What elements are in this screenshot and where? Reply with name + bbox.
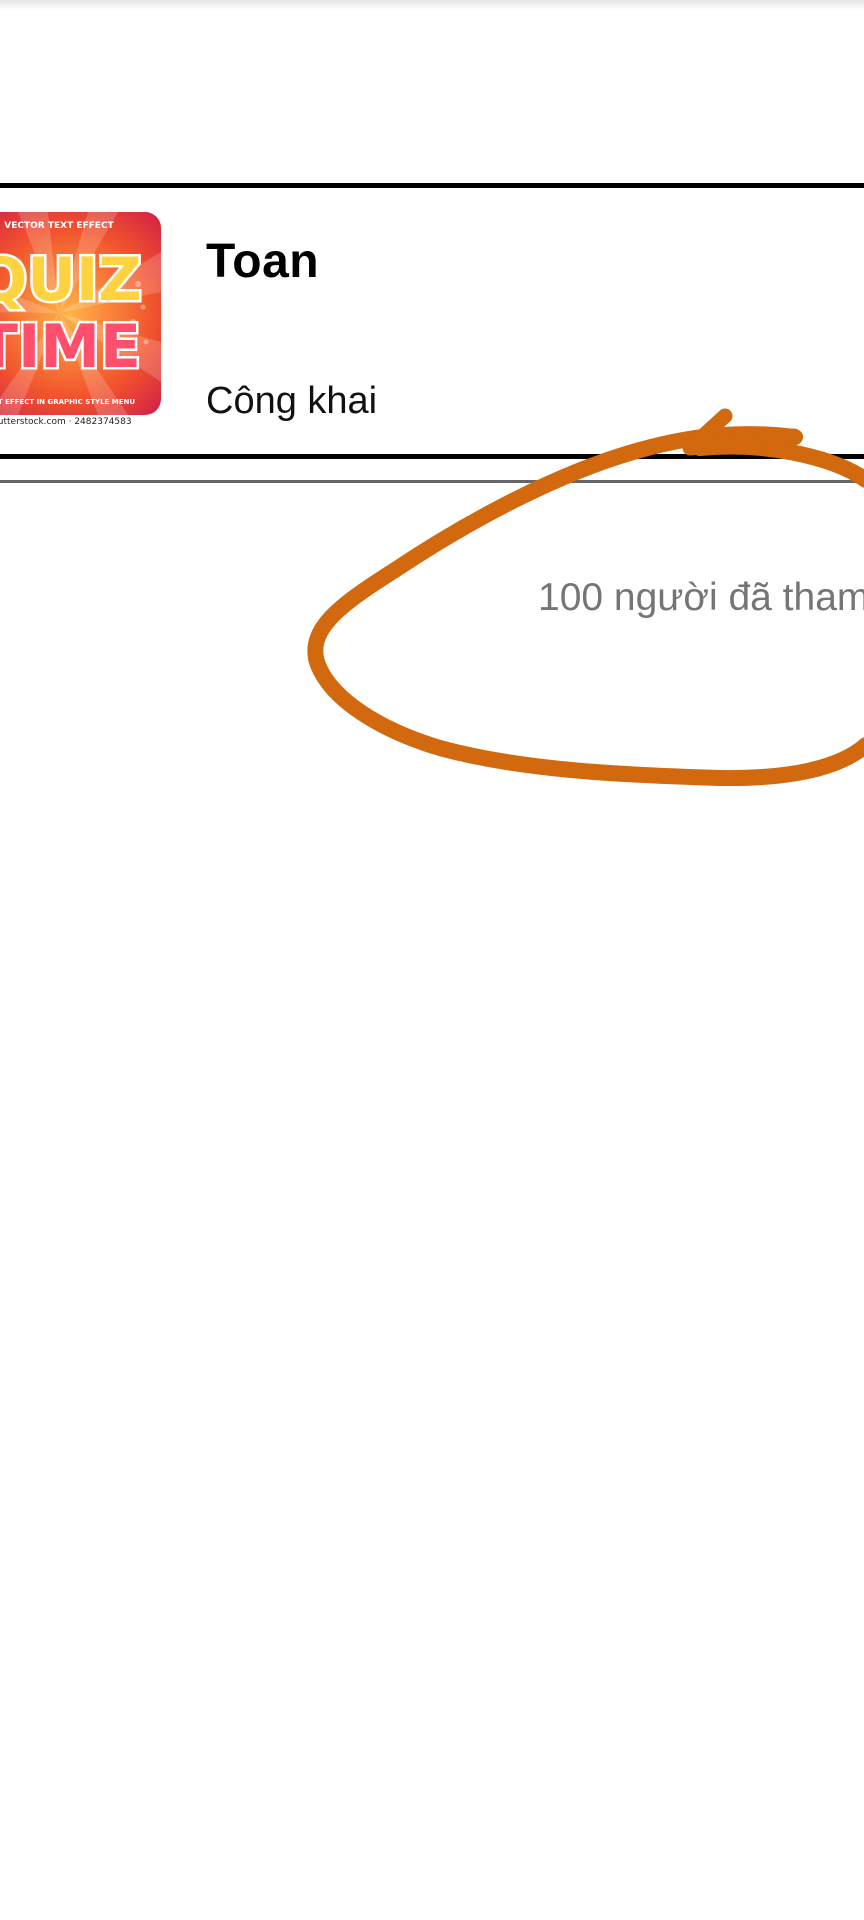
thumb-word-time: TIME — [0, 312, 141, 382]
screen: VECTOR TEXT EFFECT QUIZ TIME TEXT EFFECT… — [0, 0, 864, 1920]
thumb-top-caption: VECTOR TEXT EFFECT — [4, 221, 114, 231]
thumb-stock-caption: shutterstock.com · 2482374583 — [0, 417, 132, 427]
thumb-bottom-caption: TEXT EFFECT IN GRAPHIC STYLE MENU — [0, 398, 135, 406]
quiz-title: Toan — [206, 235, 320, 288]
top-bar-shadow — [0, 0, 864, 10]
quiz-time-artwork: VECTOR TEXT EFFECT QUIZ TIME TEXT EFFECT… — [0, 212, 161, 415]
quiz-visibility-label: Công khai — [206, 380, 378, 422]
quiz-time-graphic: VECTOR TEXT EFFECT QUIZ TIME TEXT EFFECT… — [0, 212, 161, 415]
section-divider — [0, 480, 864, 483]
participants-count-text: 100 người đã tham — [538, 576, 864, 619]
quiz-card[interactable]: VECTOR TEXT EFFECT QUIZ TIME TEXT EFFECT… — [0, 183, 864, 459]
quiz-thumbnail: VECTOR TEXT EFFECT QUIZ TIME TEXT EFFECT… — [0, 212, 161, 430]
thumb-word-quiz: QUIZ — [0, 245, 142, 315]
